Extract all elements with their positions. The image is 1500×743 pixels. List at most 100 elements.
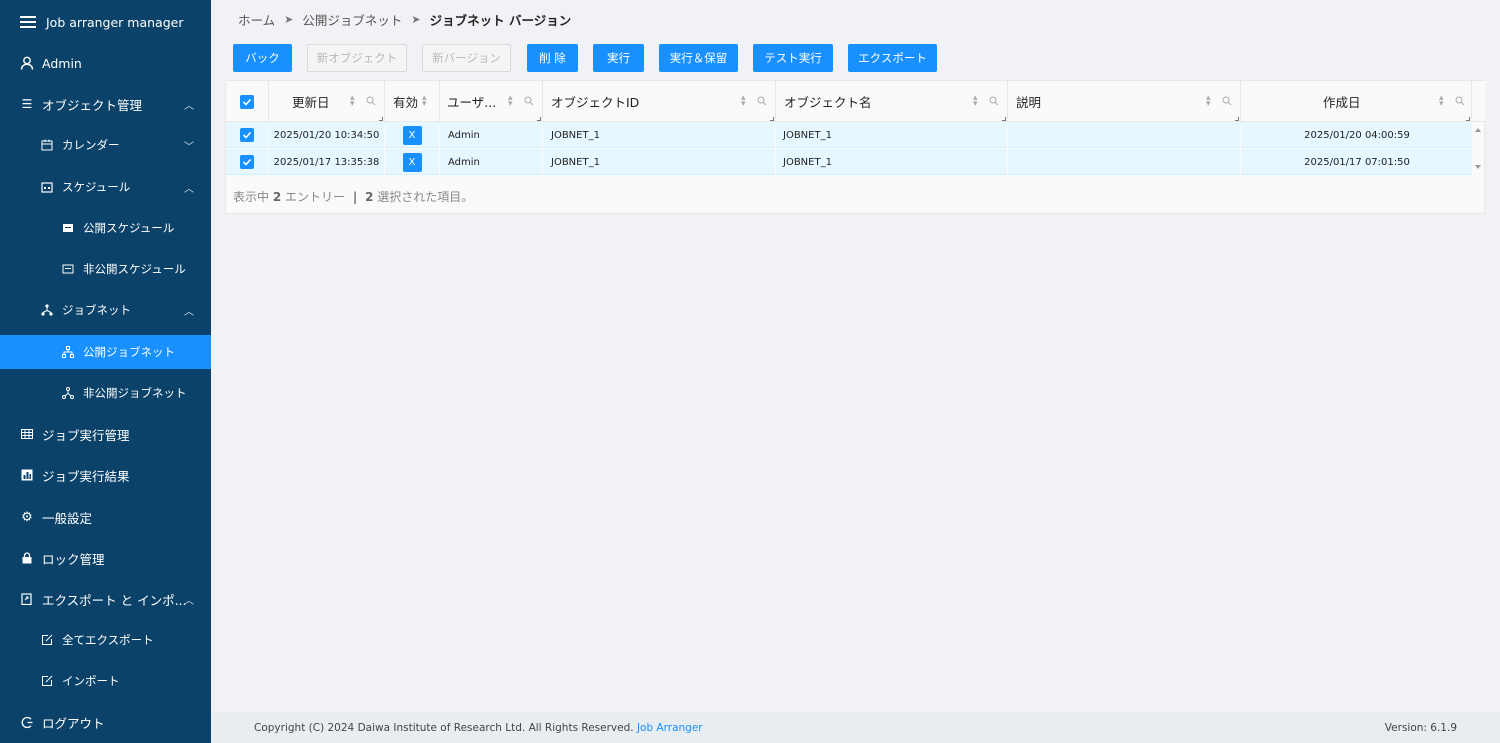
chevron-up-icon: ︿ [184,306,194,318]
app-header[interactable]: Job arranger manager [0,5,211,39]
sidebar-item-lock-mgmt[interactable]: ロック管理 [0,541,211,575]
valid-badge[interactable]: X [402,125,422,145]
import-icon [40,674,54,688]
resize-handle[interactable] [379,117,383,121]
cell-updated: 2025/01/17 13:35:38 [269,149,385,175]
row-checkbox[interactable] [226,149,269,175]
breadcrumb-current: ジョブネット バージョン [429,12,572,28]
export-button[interactable]: エクスポート [848,44,937,72]
checkbox-checked-icon [240,94,254,109]
sidebar-item-export-all[interactable]: 全てエクスポート [0,623,211,657]
search-icon[interactable] [1222,96,1232,106]
resize-handle[interactable] [1002,117,1006,121]
scroll-down-icon[interactable] [1475,165,1481,169]
search-icon[interactable] [524,96,534,106]
chevron-down-icon: ﹀ [184,141,194,153]
column-header-user[interactable]: ユーザ... ▴ ▾ [440,81,543,122]
sidebar-item-jobnet[interactable]: ジョブネット ︿ [0,293,211,327]
test-run-button[interactable]: テスト実行 [753,44,833,72]
run-hold-button[interactable]: 実行＆保留 [659,44,738,72]
resize-handle[interactable] [1466,117,1470,121]
gear-icon: ⚙ [21,509,33,525]
job-arranger-link[interactable]: Job Arranger [637,722,703,734]
sidebar-item-private-jobnet[interactable]: 非公開ジョブネット [0,376,211,410]
sidebar-item-job-exec-mgmt[interactable]: ジョブ実行管理 [0,417,211,451]
checkbox-checked-icon [240,128,254,142]
cell-object-name: JOBNET_1 [776,149,1008,175]
schedule-icon [61,262,75,276]
cell-object-id: JOBNET_1 [543,149,776,175]
row-checkbox[interactable] [226,122,269,148]
chart-icon [20,468,34,482]
cell-description [1008,122,1241,148]
resize-handle[interactable] [770,117,774,121]
sort-icon[interactable]: ▴ ▾ [508,94,513,109]
sidebar-item-object-mgmt[interactable]: ☰ オブジェクト管理 ︿ [0,87,211,121]
copyright: Copyright (C) 2024 Daiwa Institute of Re… [254,722,703,734]
sidebar-item-logout[interactable]: ログアウト [0,705,211,739]
breadcrumb-home[interactable]: ホーム [238,10,275,29]
user-item[interactable]: Admin [0,46,211,80]
table-icon [20,427,34,441]
scroll-up-icon[interactable] [1475,128,1481,132]
schedule-icon [40,180,54,194]
toolbar: バック 新オブジェクト 新バージョン 削 除 実行 実行＆保留 テスト実行 エク… [225,44,1500,74]
back-button[interactable]: バック [233,44,292,72]
sidebar-item-schedule[interactable]: スケジュール ︿ [0,170,211,204]
app-title: Job arranger manager [46,14,184,30]
sidebar-item-private-schedule[interactable]: 非公開スケジュール [0,252,211,286]
chevron-up-icon: ︿ [184,183,194,195]
sort-icon[interactable]: ▴ ▾ [350,94,355,109]
sort-icon[interactable]: ▴ ▾ [973,94,978,109]
sidebar-item-calendar[interactable]: カレンダー ﹀ [0,128,211,162]
search-icon[interactable] [1455,96,1465,106]
cell-user: Admin [440,122,543,148]
sort-icon[interactable]: ▴ ▾ [741,94,746,109]
footer: Copyright (C) 2024 Daiwa Institute of Re… [211,712,1500,743]
resize-handle[interactable] [1235,117,1239,121]
cell-created: 2025/01/20 04:00:59 [1241,122,1474,148]
sidebar-item-general-settings[interactable]: ⚙ 一般設定 [0,500,211,534]
chevron-up-icon: ︿ [184,100,194,112]
valid-badge[interactable]: X [402,152,422,172]
search-icon[interactable] [366,96,376,106]
sidebar-item-export-import[interactable]: エクスポート と インポ... ︿ [0,582,211,616]
breadcrumb-public-jobnet[interactable]: 公開ジョブネット [302,10,402,29]
sidebar-item-public-schedule[interactable]: 公開スケジュール [0,211,211,245]
list-icon: ☰ [21,97,33,111]
version: Version: 6.1.9 [1384,722,1457,734]
breadcrumb: ホーム ➤ 公開ジョブネット ➤ ジョブネット バージョン [238,10,571,28]
lock-icon [20,551,34,565]
sidebar: Job arranger manager Admin ☰ オブジェクト管理 ︿ … [0,0,211,743]
column-header-valid[interactable]: 有効 ▴ ▾ [385,81,440,122]
select-all-checkbox[interactable] [226,81,269,122]
chevron-right-icon: ➤ [411,12,421,26]
column-header-object-id[interactable]: オブジェクトID ▴ ▾ [543,81,776,122]
search-icon[interactable] [989,96,999,106]
search-icon[interactable] [757,96,767,106]
sort-icon[interactable]: ▴ ▾ [422,94,427,109]
column-header-created[interactable]: 作成日 ▴ ▾ [1241,81,1472,122]
table-header: 更新日 ▴ ▾ 有効 ▴ ▾ ユーザ... ▴ ▾ オブジェクトID ▴ ▾ オブジェク… [226,81,1486,122]
column-header-updated[interactable]: 更新日 ▴ ▾ [269,81,385,122]
sidebar-item-job-exec-result[interactable]: ジョブ実行結果 [0,458,211,492]
new-version-button[interactable]: 新バージョン [422,44,511,72]
sidebar-item-import[interactable]: インポート [0,664,211,698]
delete-button[interactable]: 削 除 [527,44,578,72]
sort-icon[interactable]: ▴ ▾ [1439,94,1444,109]
sidebar-item-public-jobnet[interactable]: 公開ジョブネット [0,335,211,369]
run-button[interactable]: 実行 [593,44,644,72]
jobnet-version-table: 更新日 ▴ ▾ 有効 ▴ ▾ ユーザ... ▴ ▾ オブジェクトID ▴ ▾ オブジェク… [225,80,1486,214]
resize-handle[interactable] [537,117,541,121]
sort-icon[interactable]: ▴ ▾ [1206,94,1211,109]
vertical-scrollbar[interactable] [1472,122,1484,175]
column-header-description[interactable]: 説明 ▴ ▾ [1008,81,1241,122]
column-header-object-name[interactable]: オブジェクト名 ▴ ▾ [776,81,1008,122]
table-row[interactable]: 2025/01/20 10:34:50 X Admin JOBNET_1 JOB… [226,122,1474,148]
menu-icon[interactable] [20,16,36,28]
new-object-button[interactable]: 新オブジェクト [307,44,407,72]
table-row[interactable]: 2025/01/17 13:35:38 X Admin JOBNET_1 JOB… [226,149,1474,175]
cell-created: 2025/01/17 07:01:50 [1241,149,1474,175]
chevron-up-icon: ︿ [184,595,194,607]
selected-count: 2 [365,190,374,204]
